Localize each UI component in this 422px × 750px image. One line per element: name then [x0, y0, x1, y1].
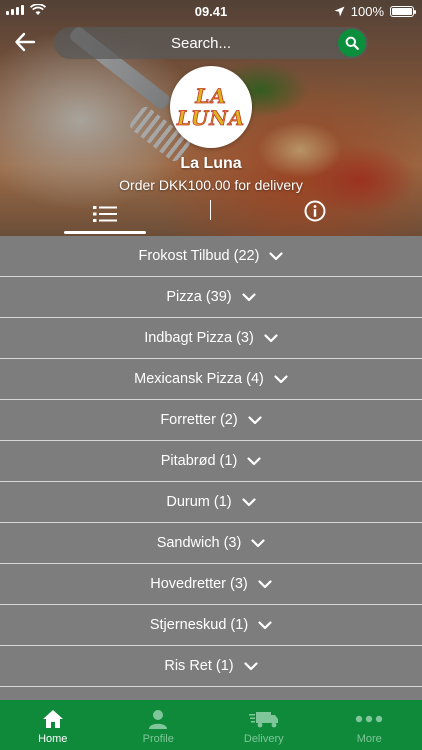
category-label: Indbagt Pizza (3) [144, 330, 254, 346]
restaurant-name: La Luna [180, 155, 242, 172]
restaurant-logo: LA LUNA [170, 66, 252, 148]
tab-info[interactable] [302, 198, 328, 224]
nav-home[interactable]: Home [0, 700, 106, 750]
chevron-down-icon [269, 251, 284, 261]
category-row[interactable]: Forretter (2) [0, 400, 422, 441]
category-label: Mexicansk Pizza (4) [134, 371, 264, 387]
nav-delivery-label: Delivery [243, 733, 284, 745]
category-label: Stjerneskud (1) [149, 617, 249, 633]
category-row[interactable]: Frokost Tilbud (22) [0, 236, 422, 277]
back-button[interactable] [14, 31, 38, 55]
search-input[interactable]: Search... [54, 27, 368, 59]
location-arrow-icon [334, 6, 345, 17]
logo-text-line1: LA [195, 84, 227, 108]
nav-more[interactable]: More [317, 700, 422, 750]
battery-icon [390, 6, 416, 17]
nav-home-label: Home [38, 733, 68, 745]
nav-profile-label: Profile [142, 733, 174, 745]
chevron-down-icon [274, 374, 288, 384]
status-bar: 09.41 100% [0, 0, 422, 22]
category-row[interactable]: Sandwich (3) [0, 523, 422, 564]
logo-text-line2: LUNA [176, 106, 246, 130]
category-label: Pizza (39) [166, 289, 232, 305]
chevron-down-icon [258, 620, 272, 630]
category-row[interactable]: Stjerneskud (1) [0, 605, 422, 646]
search-placeholder: Search... [170, 34, 232, 52]
category-label: Hovedretter (3) [150, 576, 248, 592]
chevron-down-icon [242, 292, 256, 302]
active-tab-indicator [64, 231, 146, 234]
home-icon [42, 710, 63, 728]
arrow-left-icon [15, 32, 36, 52]
category-row[interactable]: Hovedretter (3) [0, 564, 422, 605]
category-row[interactable]: Lette Retter (2) [0, 687, 422, 700]
tab-divider [210, 200, 211, 220]
category-row[interactable]: Mexicansk Pizza (4) [0, 359, 422, 400]
category-label: Ris Ret (1) [164, 658, 234, 674]
category-row[interactable]: Durum (1) [0, 482, 422, 523]
chevron-down-icon [258, 579, 272, 589]
chevron-down-icon [248, 415, 262, 425]
tab-menu[interactable] [64, 196, 146, 232]
search-icon [345, 36, 359, 50]
chevron-down-icon [247, 456, 261, 466]
search-button[interactable] [338, 29, 366, 57]
chevron-down-icon [244, 661, 258, 671]
category-list[interactable]: Frokost Tilbud (22) Pizza (39) Indbagt Piz… [0, 236, 422, 700]
category-row[interactable]: Pizza (39) [0, 277, 422, 318]
category-row[interactable]: Indbagt Pizza (3) [0, 318, 422, 359]
chevron-down-icon [242, 497, 256, 507]
more-icon [356, 715, 383, 723]
nav-delivery[interactable]: Delivery [211, 700, 317, 750]
nav-more-label: More [356, 733, 382, 745]
list-icon [93, 206, 117, 222]
chevron-down-icon [251, 538, 265, 548]
category-label: Pitabrød (1) [160, 453, 238, 469]
category-label: Forretter (2) [160, 412, 238, 428]
category-label: Durum (1) [166, 494, 232, 510]
category-row[interactable]: Ris Ret (1) [0, 646, 422, 687]
category-label: Frokost Tilbud (22) [138, 248, 260, 264]
profile-icon [149, 710, 168, 729]
category-row[interactable]: Pitabrød (1) [0, 441, 422, 482]
category-label: Sandwich (3) [156, 535, 242, 551]
nav-profile[interactable]: Profile [106, 700, 212, 750]
bottom-navigation: Home Profile Delivery More [0, 700, 422, 750]
chevron-down-icon [264, 333, 278, 343]
battery-percent: 100% [350, 4, 384, 19]
minimum-order-info: Order DKK100.00 for delivery [119, 177, 303, 193]
truck-icon [248, 712, 278, 728]
info-icon [304, 200, 326, 222]
